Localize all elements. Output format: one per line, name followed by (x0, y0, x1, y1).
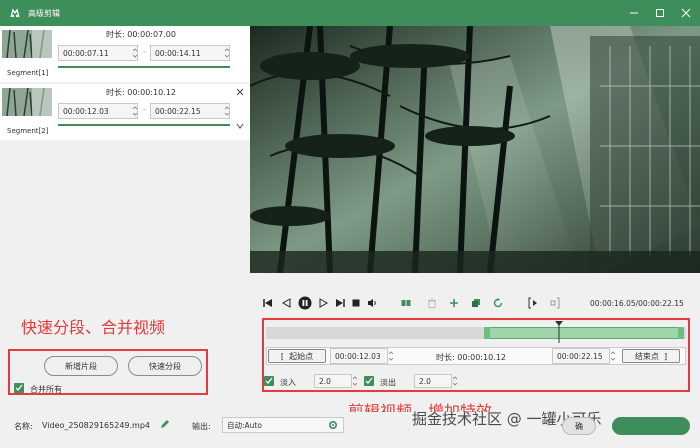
end-point-button[interactable]: 结束点 ] (622, 349, 680, 363)
segment-progress (58, 66, 230, 68)
trim-duration: 时长: 00:00:10.12 (436, 353, 506, 362)
spin-arrows-icon[interactable] (452, 374, 458, 388)
pause-icon[interactable] (298, 296, 312, 310)
minimize-icon[interactable] (628, 7, 640, 19)
fade-out-label: 淡出 (380, 378, 396, 387)
fade-in-checkbox[interactable] (264, 376, 274, 386)
stop-icon[interactable] (350, 297, 362, 309)
add-icon[interactable] (448, 297, 460, 309)
remove-segment-icon[interactable] (235, 87, 245, 97)
selection-right-handle[interactable] (678, 327, 684, 339)
playhead-icon[interactable] (555, 321, 563, 343)
segment-thumbnail (2, 88, 52, 116)
segment-thumbnail (2, 30, 52, 58)
range-dash: - (143, 105, 146, 114)
spin-arrows-icon[interactable] (610, 348, 616, 364)
add-segment-button[interactable]: 新增片段 (44, 356, 118, 376)
segment-panel: Segment[1] 时长: 00:00:07.00 00:00:07.11 -… (0, 26, 250, 412)
timeline-selection[interactable] (484, 327, 684, 339)
annotation-split-merge: 快速分段、合并视频 (21, 318, 166, 337)
refresh-icon[interactable] (492, 297, 504, 309)
fade-in-input[interactable]: 2.0 (314, 374, 352, 388)
segment-label: Segment[2] (7, 127, 49, 135)
quick-split-button[interactable]: 快速分段 (128, 356, 202, 376)
output-select[interactable]: 自动:Auto (222, 417, 344, 433)
segment-progress (58, 124, 230, 126)
mark-in-icon[interactable] (528, 297, 540, 309)
app-logo-icon (8, 6, 22, 20)
spin-arrows-icon[interactable] (132, 45, 138, 61)
spin-arrows-icon[interactable] (388, 348, 394, 364)
confirm-button[interactable]: 确 (562, 417, 596, 435)
gear-icon[interactable] (328, 420, 338, 430)
range-dash: - (143, 47, 146, 56)
segment-label: Segment[1] (7, 69, 49, 77)
delete-icon[interactable] (426, 297, 438, 309)
file-name: Video_250829165249.mp4 (42, 421, 150, 430)
chevron-down-icon[interactable] (235, 121, 245, 131)
name-label: 名称: (14, 422, 33, 431)
segment-end-time[interactable]: 00:00:14.11 (150, 45, 230, 61)
title-bar: 高级剪辑 (0, 0, 700, 26)
segment-end-time[interactable]: 00:00:22.15 (150, 103, 230, 119)
segment-item[interactable]: Segment[1] 时长: 00:00:07.00 00:00:07.11 -… (0, 26, 250, 82)
spin-arrows-icon[interactable] (132, 103, 138, 119)
go-to-end-icon[interactable] (334, 297, 346, 309)
output-label: 输出: (192, 422, 211, 431)
video-preview[interactable] (250, 26, 700, 273)
maximize-icon[interactable] (654, 7, 666, 19)
split-icon[interactable] (400, 297, 412, 309)
merge-all-checkbox[interactable] (14, 383, 24, 393)
spin-arrows-icon[interactable] (224, 45, 230, 61)
merge-all-label: 合并所有 (30, 385, 62, 394)
segment-item[interactable]: Segment[2] 时长: 00:00:10.12 00:00:12.03 -… (0, 84, 250, 140)
segment-start-time[interactable]: 00:00:12.03 (58, 103, 138, 119)
spin-arrows-icon[interactable] (224, 103, 230, 119)
start-time-input[interactable]: 00:00:12.03 (330, 348, 388, 364)
edit-name-icon[interactable] (160, 419, 170, 429)
selection-left-handle[interactable] (484, 327, 490, 339)
go-to-start-icon[interactable] (262, 297, 274, 309)
segment-duration: 时长: 00:00:10.12 (106, 88, 176, 97)
segment-start-time[interactable]: 00:00:07.11 (58, 45, 138, 61)
time-display: 00:00:16.05/00:00:22.15 (590, 299, 684, 308)
start-point-button[interactable]: [ 起始点 (268, 349, 326, 363)
segment-duration: 时长: 00:00:07.00 (106, 30, 176, 39)
step-forward-icon[interactable] (318, 297, 330, 309)
footer-bar: 名称: Video_250829165249.mp4 输出: 自动:Auto 掘… (0, 410, 700, 448)
fade-in-label: 淡入 (280, 378, 296, 387)
spin-arrows-icon[interactable] (352, 374, 358, 388)
step-back-icon[interactable] (280, 297, 292, 309)
window-title: 高级剪辑 (28, 8, 60, 18)
timeline-panel: [ 起始点 00:00:12.03 时长: 00:00:10.12 00:00:… (264, 319, 688, 391)
end-time-input[interactable]: 00:00:22.15 (552, 348, 610, 364)
advanced-editor-window: 高级剪辑 Segment[1] 时长: 00:00:07.00 00:00:07… (0, 0, 700, 448)
close-icon[interactable] (680, 7, 692, 19)
fade-out-checkbox[interactable] (364, 376, 374, 386)
volume-icon[interactable] (366, 297, 378, 309)
mark-out-icon[interactable] (548, 297, 560, 309)
copy-icon[interactable] (470, 297, 482, 309)
playback-controls: 00:00:16.05/00:00:22.15 (250, 292, 700, 314)
start-button[interactable] (612, 417, 690, 435)
fade-out-input[interactable]: 2.0 (414, 374, 452, 388)
